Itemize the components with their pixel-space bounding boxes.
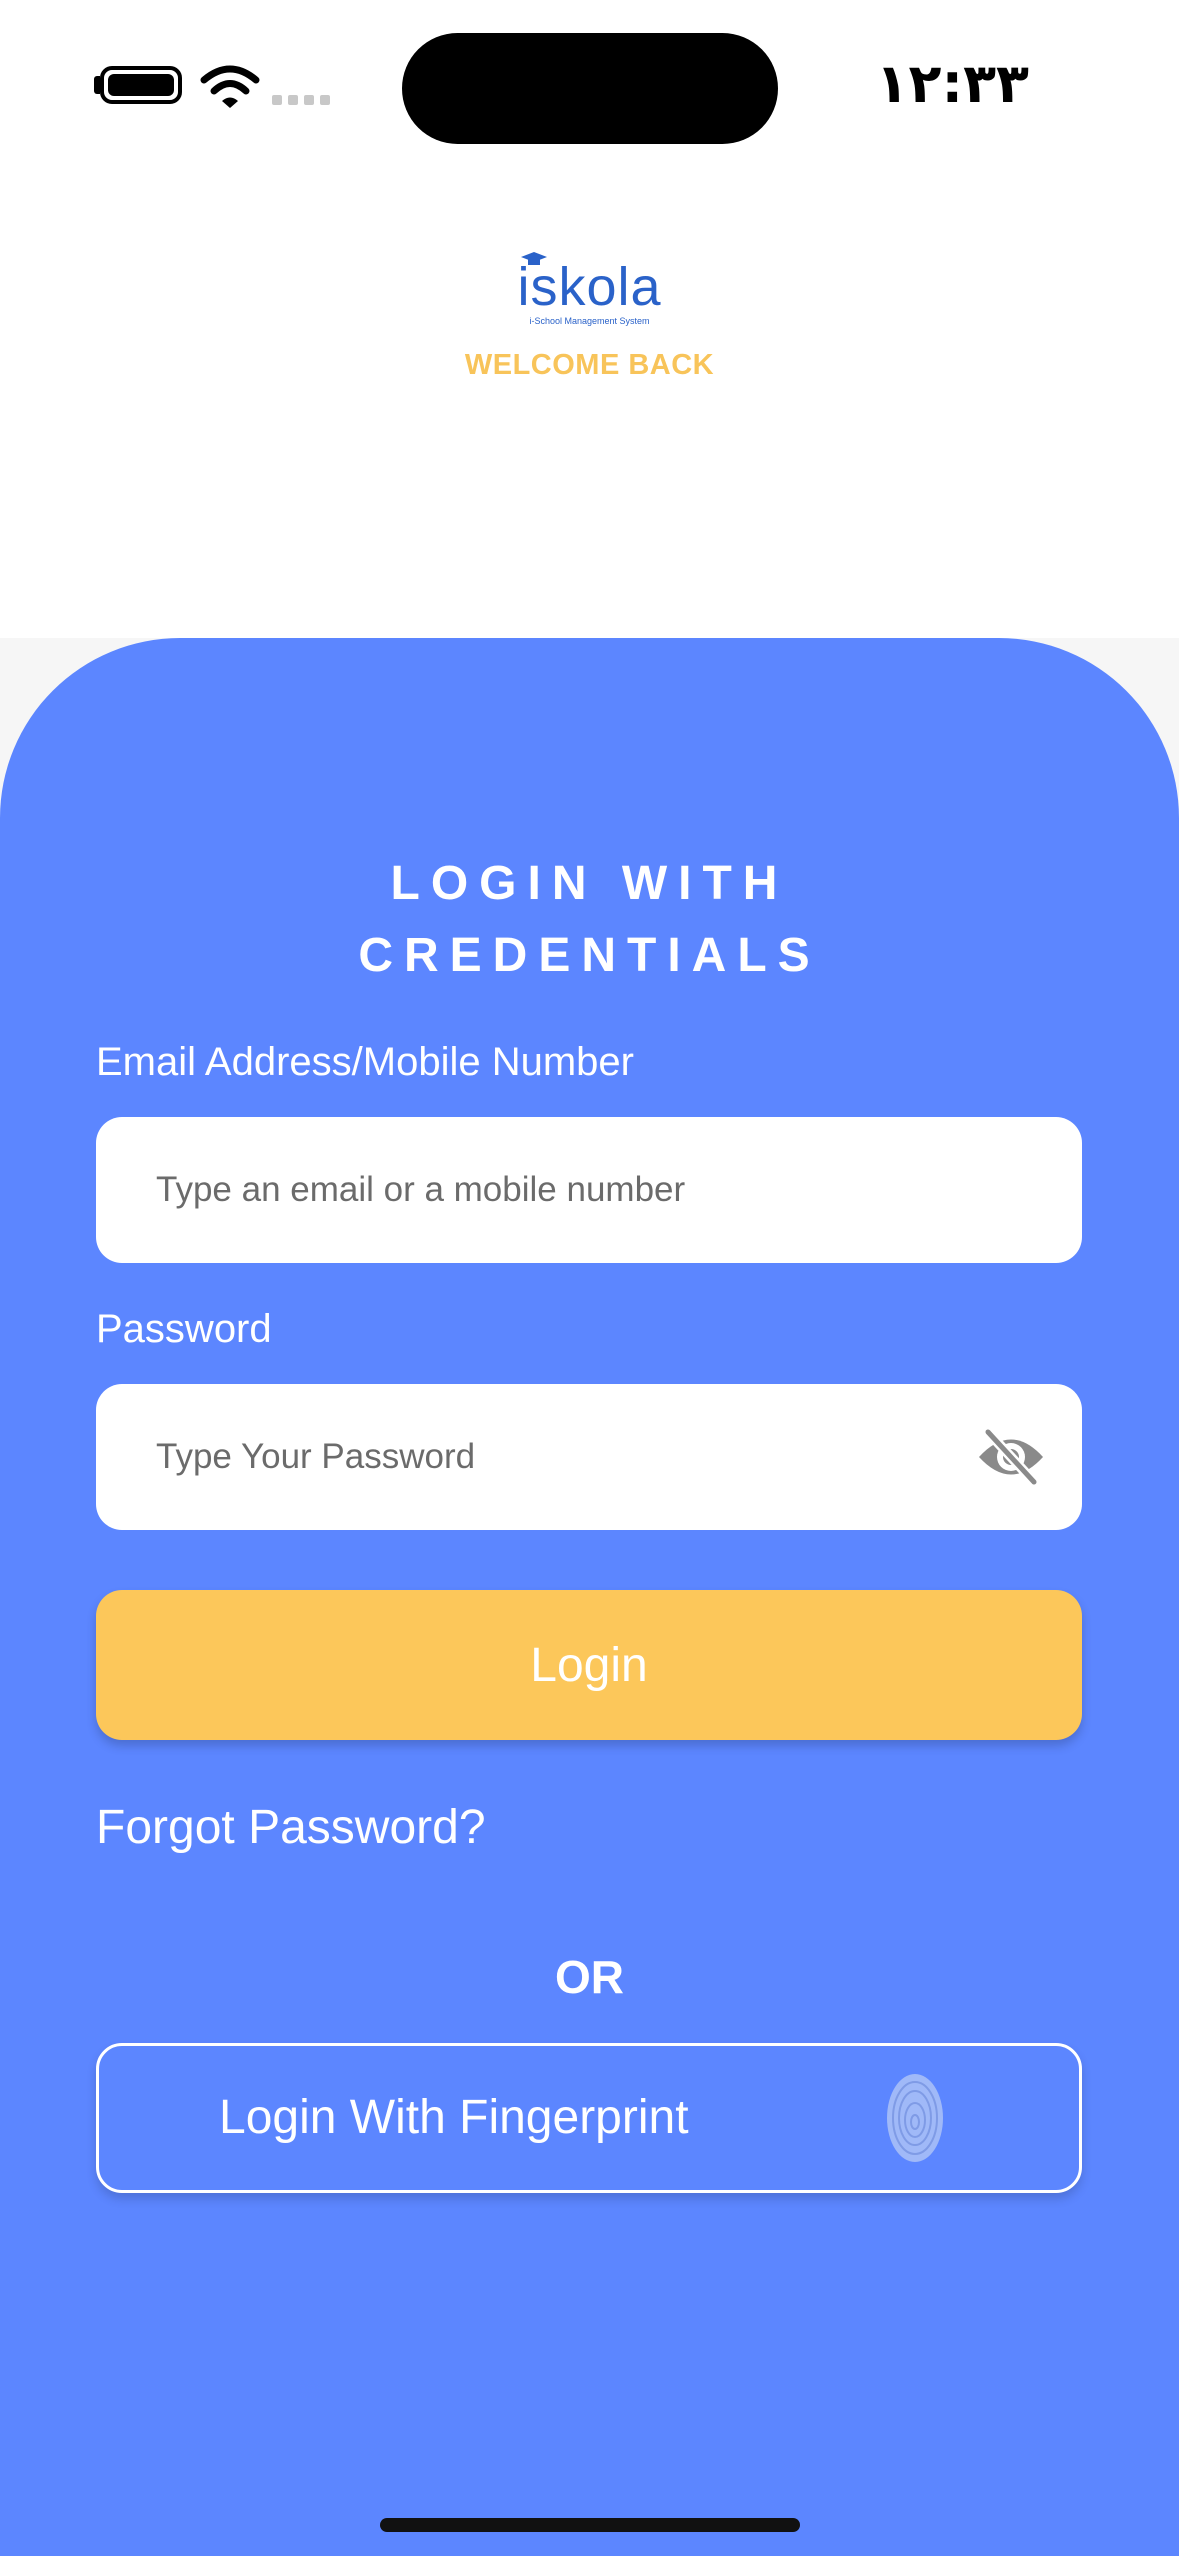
- cellular-signal-icon: [272, 95, 330, 105]
- fingerprint-login-button[interactable]: Login With Fingerprint: [96, 2043, 1082, 2193]
- email-field-container: [96, 1117, 1082, 1263]
- login-title-line1: LOGIN WITH: [390, 857, 789, 910]
- app-logo: iskola i-School Management System: [517, 252, 662, 326]
- password-field-container: [96, 1384, 1082, 1530]
- login-screen: ۱۲:۳۳ iskola i-School Management System …: [0, 0, 1179, 2556]
- header: iskola i-School Management System WELCOM…: [0, 250, 1179, 382]
- password-input[interactable]: [156, 1384, 976, 1530]
- dynamic-island: [402, 33, 778, 144]
- login-title: LOGIN WITH CREDENTIALS: [0, 848, 1179, 992]
- forgot-password-link[interactable]: Forgot Password?: [96, 1800, 486, 1855]
- login-button[interactable]: Login: [96, 1590, 1082, 1740]
- email-input[interactable]: [156, 1117, 976, 1263]
- or-divider: OR: [555, 1951, 624, 2003]
- home-indicator[interactable]: [380, 2518, 800, 2532]
- fingerprint-icon: [887, 2074, 943, 2162]
- email-label: Email Address/Mobile Number: [96, 1040, 634, 1084]
- eye-slash-icon[interactable]: [976, 1426, 1046, 1488]
- status-time: ۱۲:۳۳: [875, 52, 1029, 115]
- battery-icon: [100, 66, 182, 104]
- battery-cap: [94, 76, 100, 94]
- logo-tagline: i-School Management System: [529, 316, 650, 326]
- fingerprint-login-label: Login With Fingerprint: [219, 2091, 689, 2144]
- login-title-line2: CREDENTIALS: [358, 929, 821, 982]
- graduation-cap-icon: [521, 252, 548, 265]
- logo-text: iskola: [517, 257, 662, 317]
- status-bar: ۱۲:۳۳: [0, 0, 1179, 160]
- password-label: Password: [96, 1307, 272, 1351]
- welcome-text: WELCOME BACK: [464, 349, 715, 381]
- wifi-icon: [200, 65, 260, 108]
